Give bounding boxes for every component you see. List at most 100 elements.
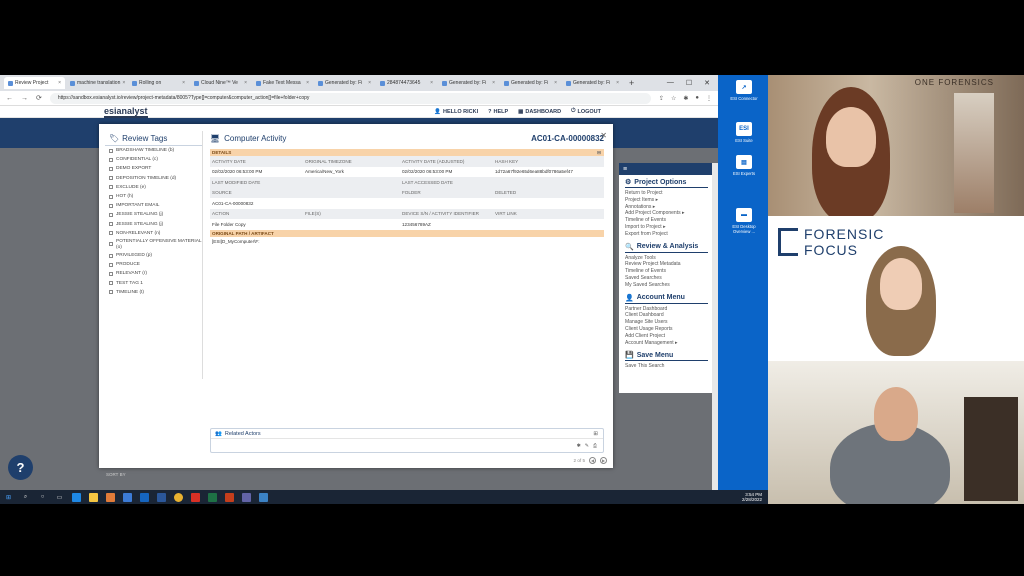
- excel-icon[interactable]: [208, 492, 217, 502]
- tag-checkbox-item[interactable]: NON-RELEVANT (n): [105, 229, 202, 238]
- browser-tab[interactable]: Cloud Nine™ Ve ×: [190, 77, 251, 89]
- settings-icon[interactable]: ✱: [577, 443, 581, 449]
- sidebar-link[interactable]: Import to Project ▸: [625, 224, 708, 231]
- sidebar-link[interactable]: Annotations ▸: [625, 204, 708, 211]
- back-icon[interactable]: ←: [6, 95, 13, 102]
- edit-icon[interactable]: ✎: [585, 443, 589, 449]
- checkbox[interactable]: [109, 194, 113, 199]
- checkbox[interactable]: [109, 262, 113, 267]
- checkbox[interactable]: [109, 231, 113, 236]
- share-icon[interactable]: ⇪: [659, 95, 664, 102]
- sidebar-link[interactable]: Partner Dashboard: [625, 306, 708, 313]
- new-tab-button[interactable]: +: [624, 78, 639, 88]
- sidebar-link[interactable]: My Saved Searches: [625, 282, 708, 289]
- desktop-shortcut[interactable]: ▤ ESI Experts: [730, 155, 758, 176]
- next-page-button[interactable]: ▶: [600, 457, 607, 464]
- desktop-shortcut[interactable]: ▬ ESI Desktop Overview ...: [730, 208, 758, 234]
- checkbox[interactable]: [109, 176, 113, 181]
- search-icon[interactable]: ⌕: [21, 493, 30, 502]
- tag-checkbox-item[interactable]: PRODUCE: [105, 260, 202, 269]
- checkbox[interactable]: [109, 271, 113, 276]
- tag-checkbox-item[interactable]: TEST TAG 1: [105, 279, 202, 288]
- checkbox[interactable]: [109, 185, 113, 190]
- tag-checkbox-item[interactable]: TIMELINE (t): [105, 288, 202, 297]
- sidebar-link[interactable]: Review Project Metadata: [625, 261, 708, 268]
- powerpoint-icon[interactable]: [225, 492, 234, 502]
- close-tab-icon[interactable]: ×: [182, 80, 185, 86]
- sidebar-link[interactable]: Saved Searches: [625, 275, 708, 282]
- expand-icon[interactable]: ⊞: [593, 431, 598, 437]
- teams-icon[interactable]: [242, 492, 251, 502]
- tag-checkbox-item[interactable]: JESSIE STEALING (j): [105, 210, 202, 219]
- browser-tab[interactable]: Rolling on ×: [128, 77, 189, 89]
- tag-checkbox-item[interactable]: PRIVILEGED (p): [105, 251, 202, 260]
- chrome-icon[interactable]: [174, 492, 183, 502]
- app-logo[interactable]: esianalyst: [104, 106, 148, 118]
- browser-tab[interactable]: machine translation ×: [66, 77, 127, 89]
- checkbox[interactable]: [109, 253, 113, 258]
- checkbox[interactable]: [109, 290, 113, 295]
- help-chat-button[interactable]: ?: [8, 455, 33, 480]
- close-tab-icon[interactable]: ×: [122, 80, 125, 86]
- sidebar-link[interactable]: Save This Search: [625, 363, 708, 370]
- browser-tab[interactable]: Review Project ×: [4, 77, 65, 89]
- close-tab-icon[interactable]: ×: [430, 80, 433, 86]
- browser-tab[interactable]: Generated by: Fi ×: [500, 77, 561, 89]
- checkbox[interactable]: [109, 203, 113, 208]
- tag-checkbox-item[interactable]: IMPORTANT EMAIL: [105, 201, 202, 210]
- print-icon[interactable]: ⎙: [593, 443, 597, 449]
- sidebar-menu-toggle[interactable]: ≡: [619, 163, 714, 175]
- tag-checkbox-item[interactable]: DEPOSITION TIMELINE (d): [105, 174, 202, 183]
- menu-icon[interactable]: ⋮: [706, 95, 712, 102]
- forward-icon[interactable]: →: [21, 95, 28, 102]
- cortana-icon[interactable]: ○: [38, 493, 47, 502]
- desktop-shortcut[interactable]: ↗ ESI Connector: [730, 80, 758, 101]
- browser-tab[interactable]: Generated by: Fi ×: [562, 77, 623, 89]
- desktop-shortcut[interactable]: ESI ESI Suite: [730, 122, 758, 143]
- sidebar-link[interactable]: Add Client Project: [625, 333, 708, 340]
- checkbox[interactable]: [109, 241, 113, 246]
- sidebar-link[interactable]: Client Dashboard: [625, 312, 708, 319]
- extensions-icon[interactable]: ✱: [683, 95, 688, 102]
- tag-checkbox-item[interactable]: JESSIE STEALING (j): [105, 220, 202, 229]
- maximize-icon[interactable]: ☐: [686, 79, 692, 87]
- word-icon[interactable]: [157, 492, 166, 502]
- checkbox[interactable]: [109, 212, 113, 217]
- outlook-icon[interactable]: [140, 492, 149, 502]
- edge-icon[interactable]: [72, 492, 81, 502]
- tag-checkbox-item[interactable]: EXCLUDE (e): [105, 183, 202, 192]
- task-view-icon[interactable]: ▭: [55, 493, 64, 502]
- windows-start-icon[interactable]: ⊞: [4, 493, 13, 502]
- close-tab-icon[interactable]: ×: [616, 80, 619, 86]
- browser-tab[interactable]: 284874473645 ×: [376, 77, 437, 89]
- checkbox[interactable]: [109, 157, 113, 162]
- sidebar-link[interactable]: Project Items ▸: [625, 197, 708, 204]
- hello-user[interactable]: 👤 HELLO RICKI: [434, 108, 478, 115]
- close-tab-icon[interactable]: ×: [306, 80, 309, 86]
- logout-link[interactable]: ⏻ LOGOUT: [571, 108, 601, 115]
- browser-tab[interactable]: Generated by: Fi ×: [314, 77, 375, 89]
- url-field[interactable]: https://sandbox.esianalyst.io/review/pro…: [49, 92, 651, 104]
- prev-page-button[interactable]: ◀: [589, 457, 596, 464]
- bookmark-star-icon[interactable]: ☆: [671, 95, 676, 102]
- close-tab-icon[interactable]: ×: [492, 80, 495, 86]
- close-tab-icon[interactable]: ×: [368, 80, 371, 86]
- store-icon[interactable]: [123, 492, 132, 502]
- collapse-icon[interactable]: ⊟: [597, 150, 601, 156]
- sidebar-link[interactable]: Timeline of Events: [625, 268, 708, 275]
- sidebar-link[interactable]: Timeline of Events: [625, 217, 708, 224]
- checkbox[interactable]: [109, 166, 113, 171]
- tag-checkbox-item[interactable]: BRADSHAW TIMELINE (b): [105, 146, 202, 155]
- remote-desktop-icon[interactable]: [259, 492, 268, 502]
- close-window-icon[interactable]: ✕: [704, 79, 710, 87]
- browser-tab[interactable]: Fake Text Messa ×: [252, 77, 313, 89]
- help-link[interactable]: ? HELP: [488, 108, 508, 115]
- details-section-bar[interactable]: DETAILS ⊟: [210, 149, 604, 156]
- artifact-section-bar[interactable]: ORIGINAL PATH / ARTIFACT: [210, 229, 604, 237]
- sidebar-link[interactable]: Analyze Tools: [625, 255, 708, 262]
- sidebar-link[interactable]: Client Usage Reports: [625, 326, 708, 333]
- browser-tab[interactable]: Generated by: Fi ×: [438, 77, 499, 89]
- tag-checkbox-item[interactable]: DEMO EXPORT: [105, 164, 202, 173]
- checkbox[interactable]: [109, 281, 113, 286]
- file-explorer-icon[interactable]: [89, 492, 98, 502]
